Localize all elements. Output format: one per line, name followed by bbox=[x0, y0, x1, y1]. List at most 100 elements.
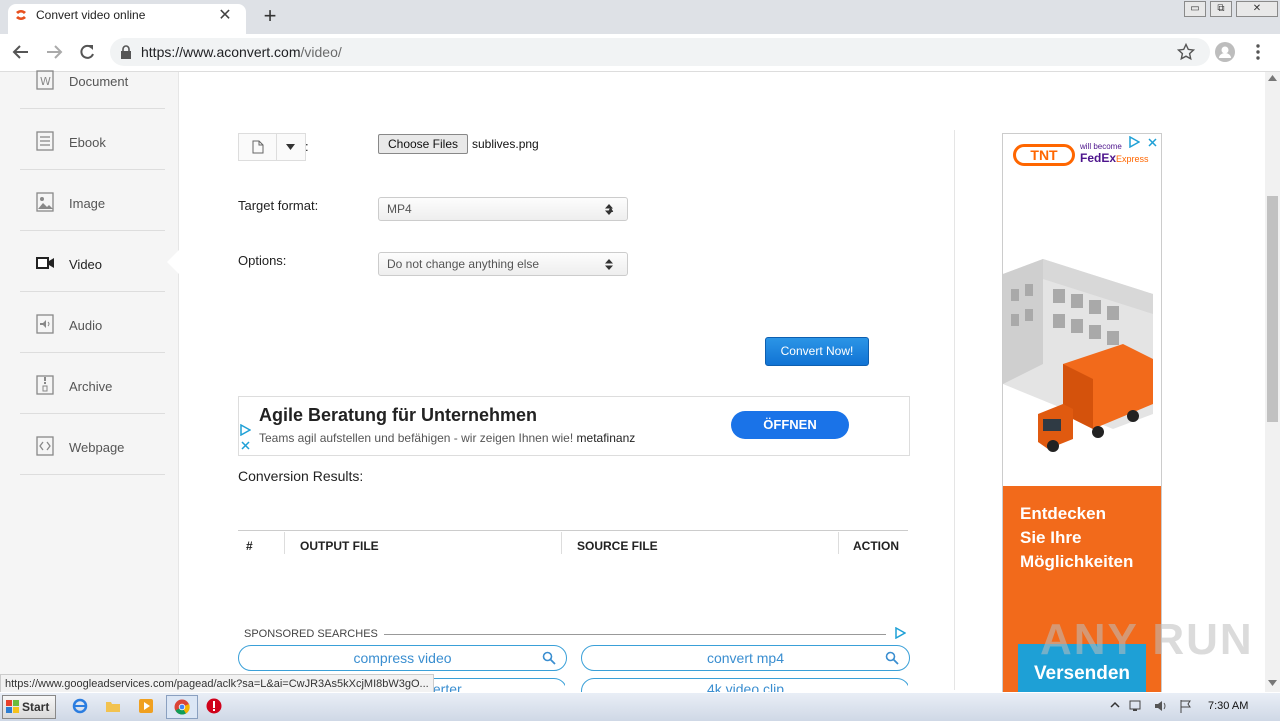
table-header-index: # bbox=[246, 539, 253, 553]
scroll-down-icon[interactable] bbox=[1268, 680, 1277, 686]
warehouse-truck-illustration bbox=[1003, 259, 1153, 452]
sidebar-item-label: Document bbox=[69, 74, 129, 89]
sponsored-search-pill-clipped[interactable]: 4k video clip bbox=[581, 678, 908, 692]
new-tab-button[interactable]: + bbox=[259, 3, 281, 29]
sidebar-item-archive[interactable]: Archive bbox=[20, 353, 165, 414]
sidebar-item-label: Audio bbox=[69, 318, 103, 333]
video-icon bbox=[36, 257, 54, 269]
tnt-logo: TNT bbox=[1013, 144, 1075, 166]
search-term: 4k video clip bbox=[706, 681, 785, 692]
sidebar-item-video[interactable]: Video bbox=[20, 231, 165, 292]
tray-expand-icon[interactable] bbox=[1110, 700, 1120, 710]
start-button[interactable]: Start bbox=[2, 695, 56, 719]
sidebar-item-ebook[interactable]: Ebook bbox=[20, 109, 165, 170]
conversion-results-title: Conversion Results: bbox=[238, 468, 364, 484]
bookmark-star-icon[interactable] bbox=[1177, 43, 1195, 61]
updown-arrows-icon bbox=[605, 204, 613, 215]
search-term: convert mp4 bbox=[706, 650, 785, 666]
sidebar-item-label: Archive bbox=[69, 379, 113, 394]
scroll-up-icon[interactable] bbox=[1268, 75, 1277, 81]
network-icon[interactable] bbox=[1128, 698, 1144, 714]
fedex-logo: FedExExpress bbox=[1080, 151, 1149, 165]
chosen-file-name: sublives.png bbox=[472, 137, 539, 151]
sidebar-item-document[interactable]: W Document bbox=[20, 48, 165, 109]
target-format-select[interactable]: MP4 ▲ bbox=[378, 197, 628, 221]
tab-title: Convert video online bbox=[36, 8, 146, 22]
sponsored-search-pill[interactable]: compress video bbox=[238, 645, 567, 671]
archive-icon bbox=[36, 375, 54, 395]
table-header-output-file: OUTPUT FILE bbox=[300, 539, 379, 553]
profile-avatar-icon[interactable] bbox=[1215, 42, 1235, 62]
scrollbar-thumb[interactable] bbox=[1267, 196, 1278, 422]
sponsored-search-pill[interactable]: convert mp4 bbox=[581, 645, 910, 671]
anyrun-watermark: ANY RUN bbox=[1040, 615, 1254, 664]
choose-files-button[interactable]: Choose Files bbox=[378, 134, 468, 154]
sidebar-item-webpage[interactable]: Webpage bbox=[20, 414, 165, 475]
svg-text:W: W bbox=[40, 75, 51, 88]
table-top-border bbox=[238, 530, 908, 531]
site-favicon-icon bbox=[16, 10, 26, 20]
stop-sign-icon[interactable] bbox=[206, 698, 222, 714]
source-type-dropdown[interactable] bbox=[276, 133, 306, 161]
source-type-button[interactable] bbox=[238, 133, 278, 161]
options-label: Options: bbox=[238, 253, 287, 268]
column-separator bbox=[838, 532, 839, 554]
table-header-action: ACTION bbox=[853, 539, 899, 553]
audio-icon bbox=[36, 314, 54, 334]
active-indicator bbox=[167, 250, 179, 274]
ad-headline[interactable]: Agile Beratung für Unternehmen bbox=[259, 405, 537, 426]
table-header-source-file: SOURCE FILE bbox=[577, 539, 658, 553]
convert-now-button[interactable]: Convert Now! bbox=[765, 337, 869, 366]
ad-small-text: will become bbox=[1080, 142, 1122, 151]
source-label: : bbox=[305, 139, 309, 154]
search-term: compress video bbox=[353, 650, 452, 666]
word-document-icon: W bbox=[36, 70, 54, 90]
clock[interactable]: 7:30 AM bbox=[1208, 700, 1248, 712]
chrome-taskbar-button[interactable] bbox=[166, 695, 198, 719]
side-ad[interactable]: TNT will become FedExExpress Entdecken S… bbox=[1002, 133, 1162, 695]
options-select[interactable]: Do not change anything else bbox=[378, 252, 628, 276]
adchoices-icon[interactable] bbox=[240, 424, 251, 436]
tab-close-icon[interactable]: ✕ bbox=[216, 5, 234, 25]
volume-icon[interactable] bbox=[1153, 698, 1169, 714]
ad-open-button[interactable]: ÖFFNEN bbox=[731, 411, 849, 439]
file-explorer-icon[interactable] bbox=[105, 698, 121, 714]
ad-body: Teams agil aufstellen und befähigen - wi… bbox=[259, 431, 636, 445]
target-format-value: MP4 bbox=[387, 202, 412, 216]
file-icon bbox=[252, 140, 264, 154]
adchoices-icon[interactable] bbox=[895, 627, 906, 639]
action-center-flag-icon[interactable] bbox=[1178, 698, 1194, 714]
sidebar-item-audio[interactable]: Audio bbox=[20, 292, 165, 353]
image-icon bbox=[36, 192, 54, 212]
caret-down-icon bbox=[286, 144, 295, 150]
ad-close-icon[interactable] bbox=[241, 441, 250, 450]
ebook-icon bbox=[36, 131, 54, 151]
adchoices-icon[interactable] bbox=[1129, 136, 1140, 148]
window-restore-button[interactable]: ⧉ bbox=[1210, 1, 1232, 17]
status-bar-url: https://www.googleadservices.com/pagead/… bbox=[0, 674, 434, 694]
internet-explorer-icon[interactable] bbox=[72, 698, 88, 714]
sidebar-item-label: Ebook bbox=[69, 135, 106, 150]
window-close-button[interactable]: ✕ bbox=[1236, 1, 1278, 17]
sponsored-title: SPONSORED SEARCHES bbox=[244, 628, 384, 640]
windows-logo-icon bbox=[6, 700, 19, 713]
url-text[interactable]: https://www.aconvert.com/video/ bbox=[141, 44, 342, 60]
sidebar-item-label: Webpage bbox=[69, 440, 125, 455]
column-separator bbox=[284, 532, 285, 554]
ad-close-icon[interactable] bbox=[1148, 138, 1157, 147]
window-minimize-button[interactable]: ▭ bbox=[1184, 1, 1206, 17]
browser-menu-icon[interactable] bbox=[1252, 43, 1264, 61]
column-separator bbox=[561, 532, 562, 554]
webpage-icon bbox=[36, 436, 54, 456]
chrome-icon bbox=[174, 699, 190, 715]
target-format-label: Target format: bbox=[238, 198, 319, 213]
sidebar-item-label: Image bbox=[69, 196, 106, 211]
sidebar-item-label: Video bbox=[69, 257, 103, 272]
media-player-icon[interactable] bbox=[138, 698, 154, 714]
search-icon bbox=[885, 651, 899, 665]
sidebar-item-image[interactable]: Image bbox=[20, 170, 165, 231]
ad-advertiser: metafinanz bbox=[576, 431, 636, 445]
column-divider bbox=[954, 130, 955, 690]
updown-arrows-icon bbox=[605, 259, 613, 270]
ad-tagline: Entdecken Sie Ihre Möglichkeiten bbox=[1020, 504, 1134, 571]
